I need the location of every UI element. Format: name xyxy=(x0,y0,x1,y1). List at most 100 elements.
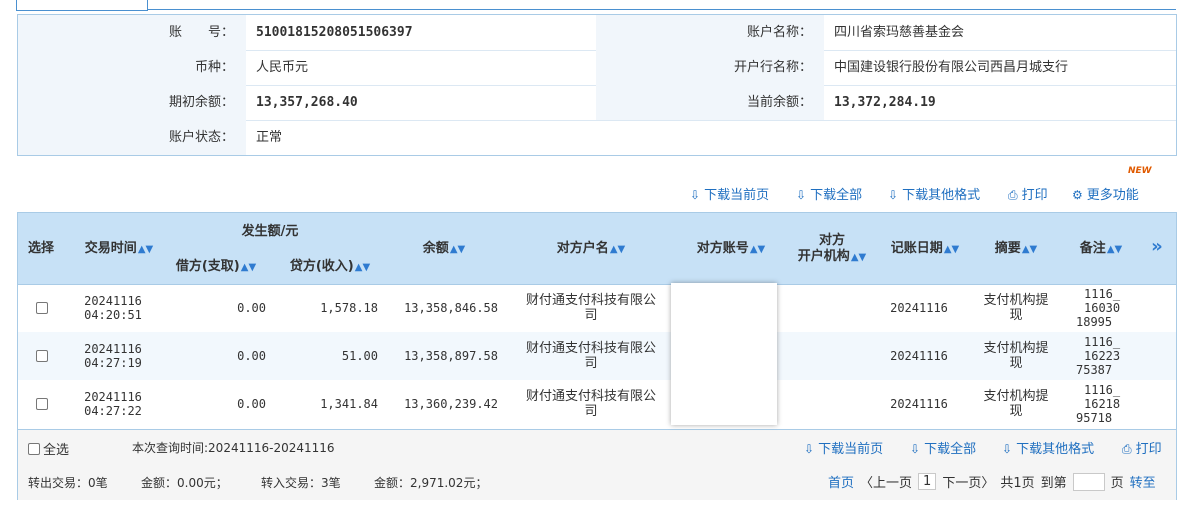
active-tab[interactable] xyxy=(16,0,148,11)
account-status-value: 正常 xyxy=(256,130,283,145)
row-summary: 支付机构提现 xyxy=(983,389,1049,419)
sort-icon: ▲▼ xyxy=(1021,244,1038,255)
account-number-label: 账 号： xyxy=(18,15,246,50)
header-time[interactable]: 交易时间▲▼ xyxy=(66,240,172,259)
table-row[interactable]: 20241116 04:27:19 0.00 51.00 13,358,897.5… xyxy=(18,332,1176,380)
header-counter-account[interactable]: 对方账号▲▼ xyxy=(688,240,774,259)
table-row[interactable]: 20241116 04:20:51 0.00 1,578.18 13,358,84… xyxy=(18,284,1176,332)
in-count: 转入交易：3笔 xyxy=(261,476,341,490)
info-row-account: 账 号： 51001815208051506397 账户名称： 四川省索玛慈善基… xyxy=(18,15,1176,51)
row-counter-name: 财付通支付科技有限公司 xyxy=(525,293,656,323)
header-debit[interactable]: 借方(支取)▲▼ xyxy=(168,258,264,277)
download-icon: ⇩ xyxy=(796,188,807,202)
header-credit[interactable]: 贷方(收入)▲▼ xyxy=(282,258,378,277)
sort-icon: ▲▼ xyxy=(850,252,867,263)
redaction-mask xyxy=(671,283,777,425)
info-row-status: 账户状态： 正常 xyxy=(18,120,1176,155)
header-remark[interactable]: 备注▲▼ xyxy=(1072,240,1130,259)
row-remark: 1116_ 16223 75387 xyxy=(1076,335,1121,377)
download-other-format-link[interactable]: ⇩ 下载其他格式 xyxy=(888,184,980,203)
row-time: 20241116 04:27:22 xyxy=(84,390,142,418)
out-amount: 金额：0.00元； xyxy=(141,476,228,490)
prev-page-link[interactable]: 〈上一页 xyxy=(860,472,912,491)
account-name-label: 账户名称： xyxy=(596,15,824,50)
new-badge: NEW xyxy=(1128,166,1152,176)
printer-icon: ⎙ xyxy=(1122,442,1132,456)
row-credit: 51.00 xyxy=(341,349,378,363)
footer-download-all-label: 下载全部 xyxy=(924,442,977,457)
download-icon: ⇩ xyxy=(1002,442,1013,456)
row-credit: 1,341.84 xyxy=(320,397,378,411)
header-select: 选择 xyxy=(27,241,54,256)
header-summary-label: 摘要 xyxy=(994,241,1021,256)
more-functions-link[interactable]: ⚙ 更多功能 xyxy=(1072,184,1139,203)
info-row-balance: 期初余额： 13,357,268.40 当前余额： 13,372,284.19 xyxy=(18,85,1176,121)
header-balance[interactable]: 余额▲▼ xyxy=(408,240,480,259)
header-summary[interactable]: 摘要▲▼ xyxy=(984,240,1048,259)
account-name-value: 四川省索玛慈善基金会 xyxy=(834,25,965,40)
expand-columns-icon[interactable]: » xyxy=(1142,238,1172,256)
currency-value: 人民币元 xyxy=(256,60,309,75)
header-post-date-label: 记账日期 xyxy=(890,241,943,256)
download-icon: ⇩ xyxy=(804,442,815,456)
header-counter-bank[interactable]: 对方 开户机构▲▼ xyxy=(794,233,870,266)
header-post-date[interactable]: 记账日期▲▼ xyxy=(882,240,968,259)
header-debit-label: 借方(支取) xyxy=(175,259,240,274)
download-current-page-link[interactable]: ⇩ 下载当前页 xyxy=(690,184,769,203)
grid-footer: 全选 本次查询时间:20241116-20241116 ⇩ 下载当前页 ⇩ 下载全部… xyxy=(18,429,1176,500)
row-debit: 0.00 xyxy=(237,301,266,315)
download-all-link[interactable]: ⇩ 下载全部 xyxy=(796,184,862,203)
row-remark: 1116_ 16030 18995 xyxy=(1076,287,1121,329)
row-debit: 0.00 xyxy=(237,349,266,363)
row-time: 20241116 04:20:51 xyxy=(84,294,142,322)
footer-download-other-link[interactable]: ⇩ 下载其他格式 xyxy=(1002,438,1094,457)
footer-print-link[interactable]: ⎙ 打印 xyxy=(1122,438,1162,457)
opening-balance-label: 期初余额： xyxy=(18,85,246,120)
row-counter-name: 财付通支付科技有限公司 xyxy=(525,341,656,371)
goto-page-input[interactable] xyxy=(1072,472,1105,491)
header-counter-account-label: 对方账号 xyxy=(696,241,749,256)
footer-download-all-link[interactable]: ⇩ 下载全部 xyxy=(910,438,976,457)
header-counter-name[interactable]: 对方户名▲▼ xyxy=(548,240,634,259)
header-credit-label: 贷方(收入) xyxy=(289,259,354,274)
sort-icon: ▲▼ xyxy=(449,244,466,255)
row-checkbox[interactable] xyxy=(36,380,48,428)
row-balance: 13,358,897.58 xyxy=(404,349,498,363)
gear-icon: ⚙ xyxy=(1072,188,1083,202)
bank-name-label: 开户行名称： xyxy=(596,50,824,85)
next-page-link[interactable]: 下一页〉 xyxy=(942,472,994,491)
download-icon: ⇩ xyxy=(690,188,701,202)
select-all-label: 全选 xyxy=(43,443,70,458)
out-count: 转出交易：0笔 xyxy=(28,476,108,490)
grid-header: 选择 交易时间▲▼ 发生额/元 借方(支取)▲▼ 贷方(收入)▲▼ 余额▲▼ 对… xyxy=(18,213,1176,285)
sort-icon: ▲▼ xyxy=(354,262,371,273)
goto-prefix: 到第 xyxy=(1040,476,1067,491)
bank-name-value: 中国建设银行股份有限公司西昌月城支行 xyxy=(834,60,1069,75)
table-row[interactable]: 20241116 04:27:22 0.00 1,341.84 13,360,23… xyxy=(18,380,1176,428)
tab-divider xyxy=(146,9,1176,10)
row-summary: 支付机构提现 xyxy=(983,293,1049,323)
sort-icon: ▲▼ xyxy=(240,262,257,273)
sort-icon: ▲▼ xyxy=(943,244,960,255)
goto-button[interactable]: 转至 xyxy=(1130,472,1156,491)
select-all-checkbox[interactable]: 全选 xyxy=(28,439,69,458)
row-checkbox[interactable] xyxy=(36,284,48,332)
download-current-label: 下载当前页 xyxy=(704,188,770,203)
download-all-label: 下载全部 xyxy=(810,188,863,203)
currency-label: 币种： xyxy=(18,50,246,85)
first-page-link[interactable]: 首页 xyxy=(828,472,854,491)
current-page-box[interactable]: 1 xyxy=(918,473,937,490)
row-post-date: 20241116 xyxy=(890,397,948,411)
print-link[interactable]: ⎙ 打印 xyxy=(1008,184,1048,203)
row-balance: 13,360,239.42 xyxy=(404,397,498,411)
header-time-label: 交易时间 xyxy=(84,241,137,256)
in-amount: 金额：2,971.02元； xyxy=(374,476,488,490)
opening-balance-value: 13,357,268.40 xyxy=(256,95,358,110)
sort-icon: ▲▼ xyxy=(749,244,766,255)
row-counter-name: 财付通支付科技有限公司 xyxy=(525,389,656,419)
sort-icon: ▲▼ xyxy=(137,244,154,255)
footer-download-current-link[interactable]: ⇩ 下载当前页 xyxy=(804,438,883,457)
row-checkbox[interactable] xyxy=(36,332,48,380)
transactions-grid: 选择 交易时间▲▼ 发生额/元 借方(支取)▲▼ 贷方(收入)▲▼ 余额▲▼ 对… xyxy=(17,212,1177,500)
row-post-date: 20241116 xyxy=(890,349,948,363)
